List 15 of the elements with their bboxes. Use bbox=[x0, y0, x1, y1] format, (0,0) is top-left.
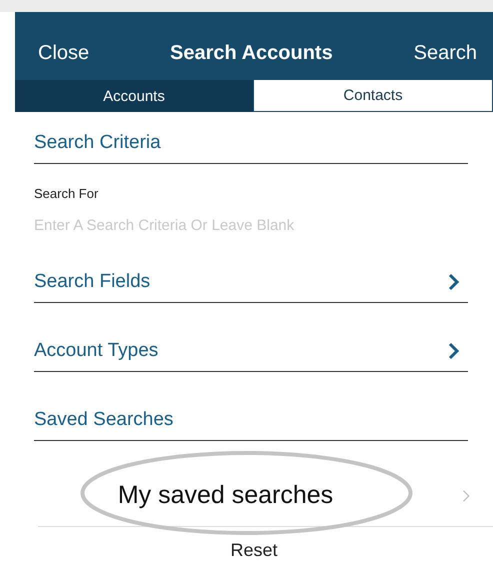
close-button[interactable]: Close bbox=[38, 42, 90, 64]
section-heading: Search Criteria bbox=[34, 132, 161, 154]
list-item[interactable]: My saved searches bbox=[38, 441, 493, 527]
chevron-icon bbox=[448, 272, 460, 290]
nav-row[interactable]: Account Types bbox=[34, 303, 468, 372]
chevron-icon bbox=[448, 342, 460, 360]
field-label: Search For bbox=[34, 186, 98, 201]
tab[interactable]: Accounts bbox=[15, 80, 253, 112]
reset-button[interactable]: Reset bbox=[224, 539, 284, 562]
nav-row[interactable]: Search Fields bbox=[34, 234, 468, 303]
screen-title: Search Accounts bbox=[170, 42, 333, 64]
chevron-icon bbox=[462, 489, 471, 503]
search-button[interactable]: Search bbox=[414, 42, 477, 64]
tab[interactable]: Contacts bbox=[253, 80, 493, 112]
section-heading: Saved Searches bbox=[34, 408, 174, 430]
